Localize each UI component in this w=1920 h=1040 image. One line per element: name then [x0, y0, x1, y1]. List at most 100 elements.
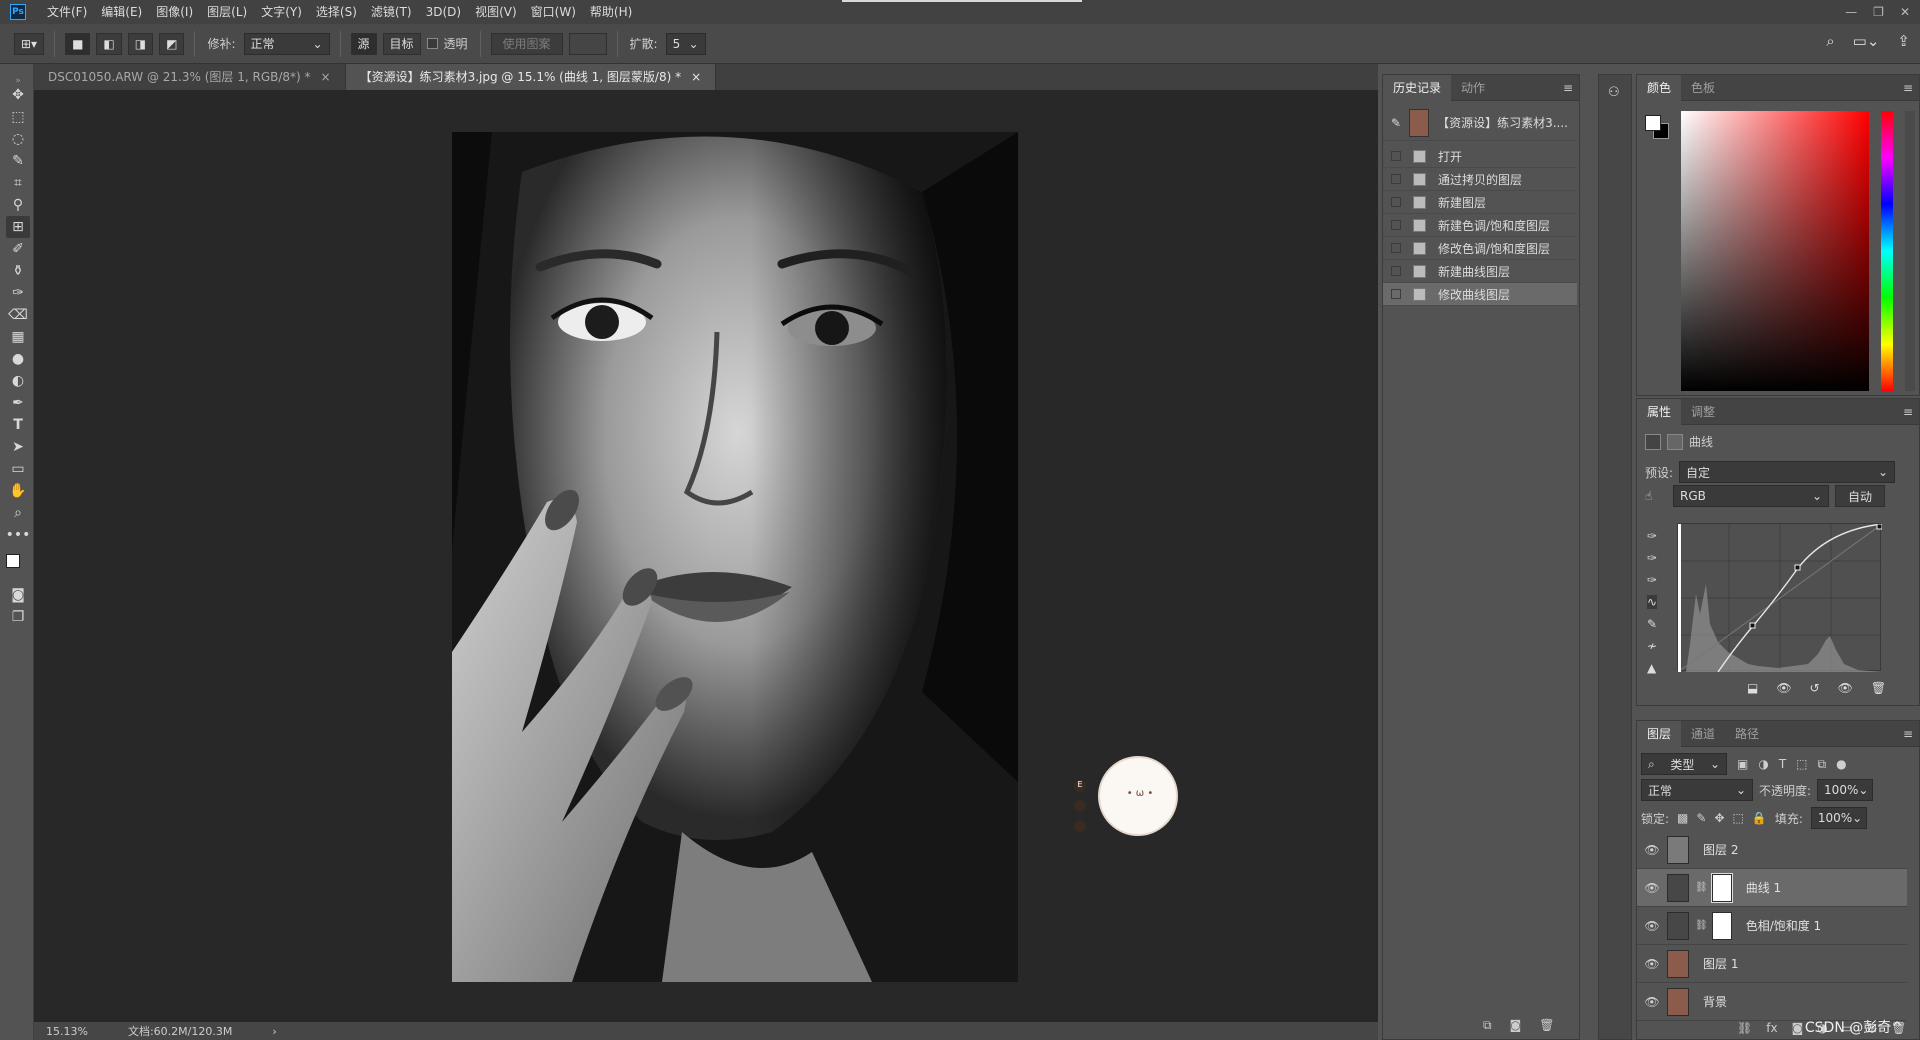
fill-input[interactable]: 100% ⌄ [1810, 807, 1867, 829]
smooth-curve-icon[interactable]: ≁ [1647, 639, 1657, 653]
move-tool-icon[interactable]: ✥ [6, 84, 30, 106]
diffuse-select[interactable]: 5 ⌄ [665, 32, 706, 55]
panel-menu-icon[interactable]: ≡ [1903, 81, 1919, 95]
history-checkbox[interactable] [1391, 266, 1401, 276]
patch-mode-select[interactable]: 正常 ⌄ [243, 32, 330, 55]
mask-icon[interactable] [1667, 433, 1683, 450]
more-tools-icon[interactable]: ••• [6, 524, 31, 546]
visibility-eye-icon[interactable]: 👁 [1637, 881, 1667, 895]
doc-tab-2[interactable]: 【资源设】练习素材3.jpg @ 15.1% (曲线 1, 图层蒙版/8) * × [345, 64, 717, 90]
rectangle-tool-icon[interactable]: ▭ [6, 458, 30, 480]
lock-artboard-icon[interactable]: ⬚ [1733, 811, 1744, 825]
link-icon[interactable]: ⛓ [1695, 882, 1708, 893]
menu-edit[interactable]: 编辑(E) [94, 0, 149, 24]
quick-mask-icon[interactable]: ◙ [6, 584, 30, 606]
link-layers-icon[interactable]: ⛓ [1737, 1021, 1752, 1035]
tab-color[interactable]: 颜色 [1637, 74, 1682, 101]
portrait-photo[interactable] [452, 132, 1018, 982]
quick-select-tool-icon[interactable]: ✎ [6, 150, 30, 172]
auto-button[interactable]: 自动 [1835, 485, 1885, 507]
trash-icon[interactable]: 🗑 [1539, 1018, 1554, 1033]
menu-filter[interactable]: 滤镜(T) [364, 0, 419, 24]
color-scrollbar[interactable] [1905, 111, 1915, 391]
target-adjust-hand-icon[interactable]: ☝ [1645, 489, 1667, 503]
new-selection-icon[interactable]: ■ [65, 32, 91, 55]
tab-paths[interactable]: 路径 [1725, 721, 1769, 747]
history-item[interactable]: 修改色调/饱和度图层 [1383, 237, 1577, 260]
tab-layers[interactable]: 图层 [1637, 720, 1682, 747]
crop-tool-icon[interactable]: ⌗ [6, 172, 30, 194]
white-point-eyedropper-icon[interactable]: ✑ [1647, 573, 1657, 587]
layer-style-fx[interactable]: fx [1766, 1021, 1777, 1035]
menu-3d[interactable]: 3D(D) [419, 0, 468, 24]
visibility-eye-icon[interactable]: 👁 [1637, 995, 1667, 1009]
tab-channels[interactable]: 通道 [1681, 721, 1725, 747]
zoom-level[interactable]: 15.13% [46, 1025, 88, 1038]
panel-menu-icon[interactable]: ≡ [1563, 81, 1579, 95]
dodge-tool-icon[interactable]: ◐ [6, 370, 30, 392]
zoom-tool-icon[interactable]: ⌕ [6, 502, 30, 524]
panel-menu-icon[interactable]: ≡ [1903, 405, 1919, 419]
close-icon[interactable]: × [691, 64, 701, 90]
tab-properties[interactable]: 属性 [1637, 398, 1682, 425]
adjustment-filter-icon[interactable]: ◑ [1758, 757, 1768, 771]
lock-pixels-icon[interactable]: ✎ [1696, 811, 1706, 825]
history-item[interactable]: 新建色调/饱和度图层 [1383, 214, 1577, 237]
workspace-icon[interactable]: ▭⌄ [1853, 32, 1880, 50]
menu-type[interactable]: 文字(Y) [254, 0, 309, 24]
restore-icon[interactable]: ❐ [1873, 5, 1884, 19]
history-checkbox[interactable] [1391, 243, 1401, 253]
tab-swatches[interactable]: 色板 [1681, 75, 1725, 101]
menu-help[interactable]: 帮助(H) [583, 0, 639, 24]
transparent-checkbox[interactable] [426, 38, 438, 49]
menu-layer[interactable]: 图层(L) [200, 0, 254, 24]
history-item[interactable]: 新建图层 [1383, 191, 1577, 214]
layer-row[interactable]: 👁 ⛓ 色相/饱和度 1 [1637, 907, 1907, 945]
screen-mode-icon[interactable]: ❐ [6, 606, 30, 628]
layer-row[interactable]: 👁 图层 2 [1637, 831, 1907, 869]
layer-row[interactable]: 👁 背景 [1637, 983, 1907, 1021]
curve-point-tool-icon[interactable]: ∿ [1647, 595, 1658, 609]
black-point-eyedropper-icon[interactable]: ✑ [1647, 529, 1657, 543]
lock-all-icon[interactable]: 🔒 [1752, 811, 1767, 825]
shape-filter-icon[interactable]: ⬚ [1796, 757, 1807, 771]
visibility-eye-icon[interactable]: 👁 [1637, 843, 1667, 857]
stamp-tool-icon[interactable]: ⚱ [6, 260, 30, 282]
smart-object-filter-icon[interactable]: ⧉ [1818, 757, 1827, 772]
history-checkbox[interactable] [1391, 220, 1401, 230]
pen-tool-icon[interactable]: ✒ [6, 392, 30, 414]
hue-slider[interactable] [1881, 111, 1893, 391]
canvas-area[interactable]: E • ω • [34, 90, 1378, 1022]
lasso-tool-icon[interactable]: ◌ [6, 128, 30, 150]
status-arrow-icon[interactable]: › [272, 1025, 276, 1038]
intersect-selection-icon[interactable]: ◩ [159, 32, 185, 55]
patch-tool-icon[interactable]: ⊞ [6, 216, 30, 238]
add-selection-icon[interactable]: ◧ [96, 32, 122, 55]
doc-tab-1[interactable]: DSC01050.ARW @ 21.3% (图层 1, RGB/8*) * × [34, 64, 346, 90]
trash-icon[interactable]: 🗑 [1871, 681, 1886, 695]
target-button[interactable]: 目标 [382, 32, 421, 55]
history-brush-source-icon[interactable]: ✎ [1391, 116, 1401, 130]
history-checkbox[interactable] [1391, 197, 1401, 207]
eyedropper-tool-icon[interactable]: ⚲ [6, 194, 30, 216]
tab-history[interactable]: 历史记录 [1383, 74, 1452, 101]
pencil-curve-icon[interactable]: ✎ [1647, 617, 1657, 631]
layer-mask-thumbnail[interactable] [1711, 911, 1732, 940]
history-snapshot[interactable]: ✎ 【资源设】练习素材3.... [1383, 105, 1577, 141]
channel-select[interactable]: RGB ⌄ [1673, 485, 1829, 507]
close-icon[interactable]: ✕ [1900, 5, 1910, 19]
ime-dot-icon[interactable] [1074, 800, 1086, 812]
menu-window[interactable]: 窗口(W) [524, 0, 583, 24]
patch-tool-preset-icon[interactable]: ⊞▾ [14, 32, 45, 55]
visibility-icon[interactable]: 👁 [1838, 681, 1853, 695]
visibility-eye-icon[interactable]: 👁 [1637, 957, 1667, 971]
minimize-icon[interactable]: — [1845, 5, 1857, 19]
history-checkbox[interactable] [1391, 289, 1401, 299]
history-item-selected[interactable]: 修改曲线图层 [1383, 283, 1577, 306]
menu-select[interactable]: 选择(S) [309, 0, 364, 24]
share-icon[interactable]: ⇪ [1897, 32, 1910, 50]
foreground-swatch[interactable] [1645, 115, 1661, 131]
visibility-eye-icon[interactable]: 👁 [1637, 919, 1667, 933]
history-checkbox[interactable] [1391, 174, 1401, 184]
eraser-tool-icon[interactable]: ⌫ [6, 304, 30, 326]
